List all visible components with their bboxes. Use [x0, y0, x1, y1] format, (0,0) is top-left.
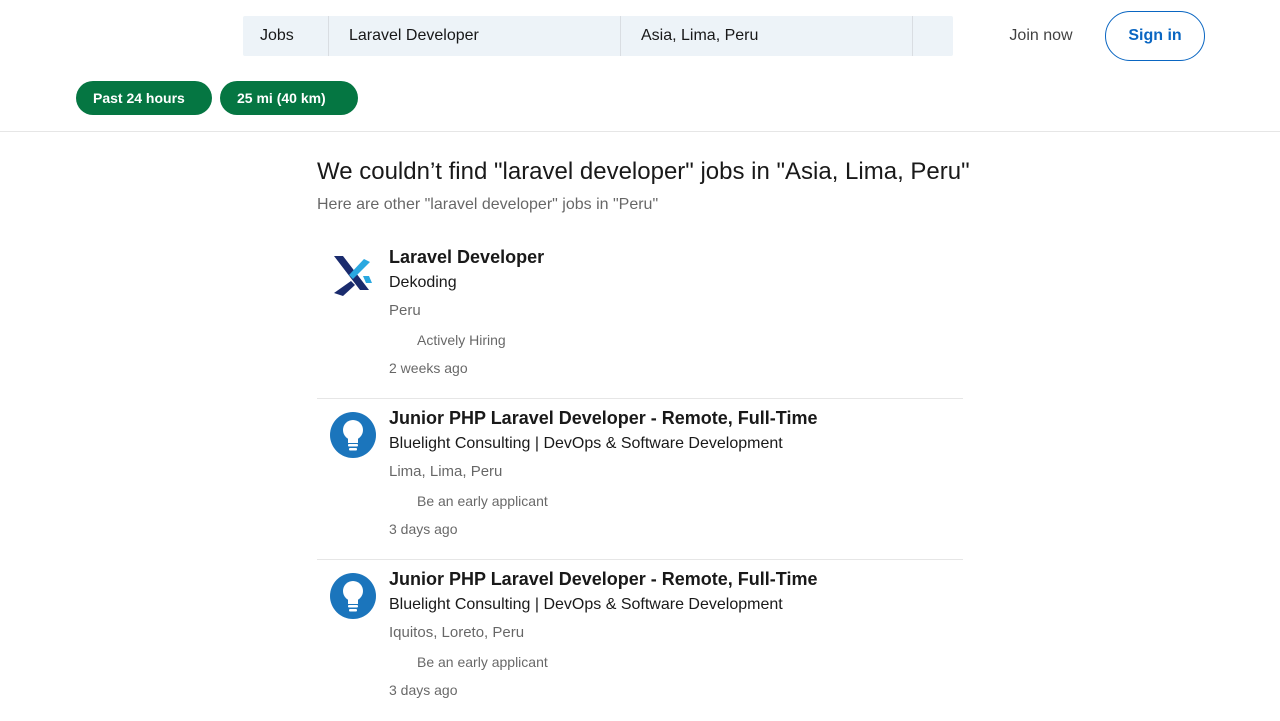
job-card[interactable]: Junior PHP Laravel Developer - Remote, F… — [317, 399, 963, 560]
job-location: Peru — [389, 302, 421, 319]
job-insight-text: Actively Hiring — [417, 332, 506, 348]
job-title[interactable]: Laravel Developer — [389, 247, 544, 268]
job-location: Lima, Lima, Peru — [389, 463, 503, 480]
join-now-link[interactable]: Join now — [994, 16, 1088, 56]
filter-date-posted[interactable]: Past 24 hours — [76, 81, 212, 115]
company-name[interactable]: Bluelight Consulting | DevOps & Software… — [389, 435, 783, 453]
posted-time: 3 days ago — [389, 521, 458, 537]
job-title[interactable]: Junior PHP Laravel Developer - Remote, F… — [389, 569, 817, 590]
lightbulb-logo-icon — [329, 572, 377, 620]
location-input[interactable]: Asia, Lima, Peru — [621, 16, 913, 56]
search-type-selector[interactable]: Jobs — [243, 16, 329, 56]
job-insight: Be an early applicant — [389, 653, 548, 671]
top-header: Jobs Laravel Developer Asia, Lima, Peru … — [0, 0, 1280, 132]
insight-icon — [389, 332, 405, 348]
sign-in-button[interactable]: Sign in — [1105, 11, 1205, 61]
job-title[interactable]: Junior PHP Laravel Developer - Remote, F… — [389, 408, 817, 429]
job-search-bar: Jobs Laravel Developer Asia, Lima, Peru — [243, 16, 953, 56]
company-name[interactable]: Dekoding — [389, 274, 457, 292]
dekoding-logo-icon — [329, 250, 377, 298]
job-insight-text: Be an early applicant — [417, 654, 548, 670]
search-submit-button[interactable] — [913, 16, 953, 56]
job-location: Iquitos, Loreto, Peru — [389, 624, 525, 641]
keywords-value: Laravel Developer — [349, 27, 479, 44]
insight-icon — [389, 493, 405, 509]
alternative-results-subtitle: Here are other "laravel developer" jobs … — [317, 196, 659, 213]
lightbulb-logo-icon — [329, 411, 377, 459]
job-card[interactable]: Junior PHP Laravel Developer - Remote, F… — [317, 560, 963, 721]
job-insight: Be an early applicant — [389, 492, 548, 510]
filter-distance-label: 25 mi (40 km) — [237, 90, 326, 106]
search-type-label: Jobs — [260, 27, 294, 44]
company-name[interactable]: Bluelight Consulting | DevOps & Software… — [389, 596, 783, 614]
job-insight-text: Be an early applicant — [417, 493, 548, 509]
job-insight: Actively Hiring — [389, 331, 506, 349]
no-results-title: We couldn’t find "laravel developer" job… — [317, 158, 970, 185]
filter-distance[interactable]: 25 mi (40 km) — [220, 81, 358, 115]
filter-date-posted-label: Past 24 hours — [93, 90, 185, 106]
location-value: Asia, Lima, Peru — [641, 27, 759, 44]
posted-time: 2 weeks ago — [389, 360, 468, 376]
job-card[interactable]: Laravel Developer Dekoding Peru Actively… — [317, 238, 963, 399]
insight-icon — [389, 654, 405, 670]
keywords-input[interactable]: Laravel Developer — [329, 16, 621, 56]
posted-time: 3 days ago — [389, 682, 458, 698]
